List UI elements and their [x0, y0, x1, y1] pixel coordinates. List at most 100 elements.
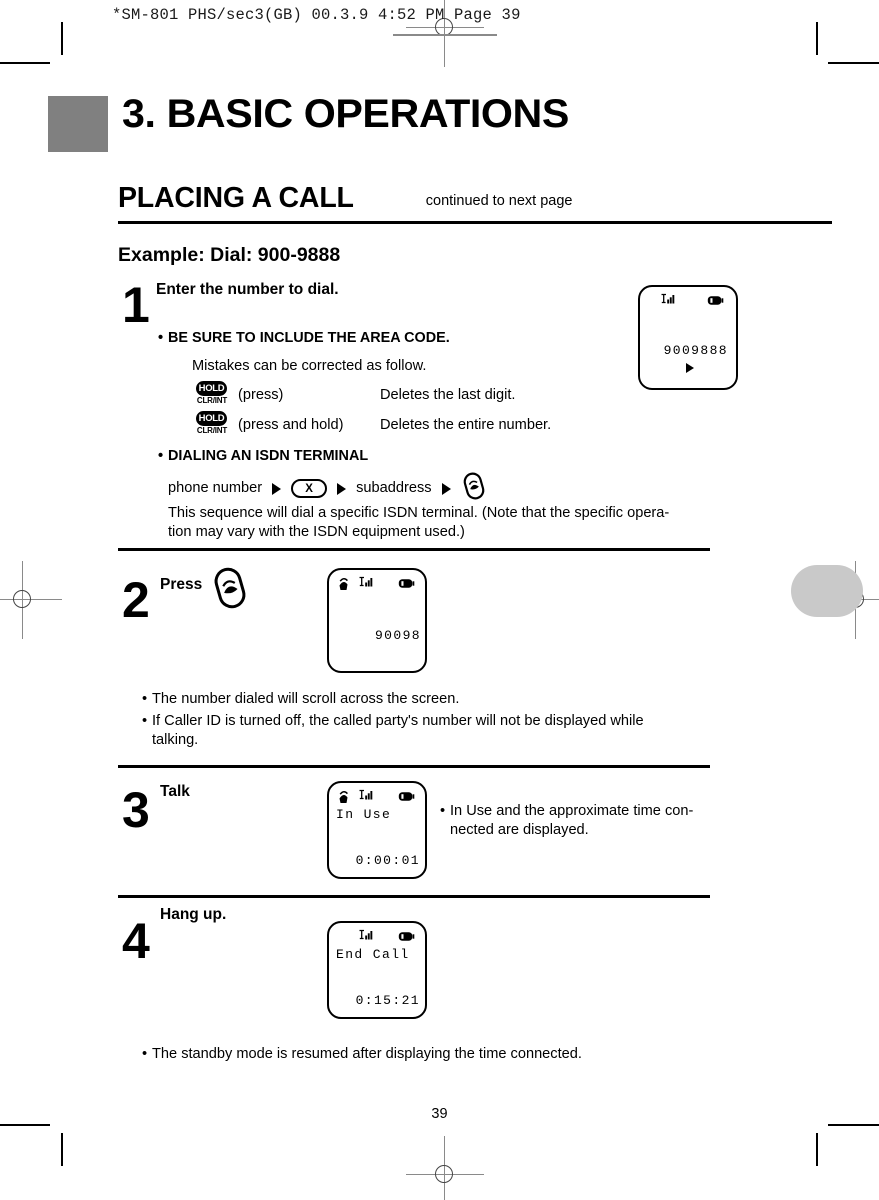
- step-title-1: Enter the number to dial.: [156, 281, 339, 298]
- display-dialed-number: 9009888: [663, 343, 728, 358]
- step-title-2: Press: [160, 576, 203, 593]
- example-heading: Example: Dial: 900-9888: [118, 244, 341, 266]
- phone-display-step-2: 90098: [327, 568, 427, 673]
- bullet-dot: •: [142, 691, 148, 707]
- continued-note: continued to next page: [425, 192, 573, 209]
- step2-bullet-1: • The number dialed will scroll across t…: [142, 690, 742, 709]
- talk-key-icon[interactable]: [211, 566, 249, 615]
- key-action-label: (press): [238, 386, 284, 403]
- step-number-2: 2: [122, 572, 150, 628]
- header-vertical-rule: [61, 22, 63, 55]
- side-note-wrapper: In Use and the approximate time con- nec…: [450, 802, 693, 840]
- registration-mark-left: [0, 561, 62, 639]
- section-heading-row: PLACING A CALL continued to next page: [118, 184, 832, 213]
- display-status-bar: [329, 576, 425, 592]
- isdn-heading-text: DIALING AN ISDN TERMINAL: [168, 448, 369, 464]
- isdn-seq-label-subaddress: subaddress: [356, 480, 432, 497]
- step2-bullet-2: • If Caller ID is turned off, the called…: [142, 712, 762, 750]
- display-status-bar: [329, 929, 425, 945]
- hold-clr-int-key-icon[interactable]: HOLD CLR/INT: [194, 411, 230, 439]
- signal-strength-icon: [660, 293, 676, 313]
- step-divider-rule-1: [118, 548, 710, 551]
- display-dialed-number: 90098: [374, 628, 421, 643]
- asterisk-x-key-icon[interactable]: X: [291, 479, 328, 498]
- isdn-seq-label-phone-number: phone number: [168, 480, 263, 497]
- battery-icon: [707, 294, 724, 312]
- display-status-bar: [640, 293, 736, 309]
- signal-strength-icon: [358, 929, 374, 949]
- chapter-title: 3. BASIC OPERATIONS: [122, 92, 569, 136]
- step3-side-note: • In Use and the approximate time con- n…: [440, 802, 740, 840]
- step-number-1: 1: [122, 277, 150, 333]
- bullet-dot: •: [142, 1046, 148, 1062]
- arrow-right-icon: [441, 482, 451, 495]
- step1-isdn-body-line-1: This sequence will dial a specific ISDN …: [168, 505, 670, 521]
- registration-mark-circle: [435, 1165, 453, 1183]
- key-result-label: Deletes the entire number.: [380, 416, 552, 433]
- step1-isdn-body-line-2: tion may vary with the ISDN equipment us…: [168, 524, 465, 540]
- display-status-text: In Use: [336, 807, 392, 822]
- clr-int-key-sub-label: CLR/INT: [196, 396, 228, 405]
- print-slug-line: *SM-801 PHS/sec3(GB) 00.3.9 4:52 PM Page…: [112, 6, 521, 24]
- clr-int-key-sub-label: CLR/INT: [196, 426, 228, 435]
- battery-icon: [398, 577, 415, 595]
- battery-icon: [398, 790, 415, 808]
- crop-mark-bottom-right-v: [816, 1133, 818, 1166]
- bullet-text: If Caller ID is turned off, the called p…: [152, 713, 644, 729]
- bullet-dot: •: [440, 803, 446, 819]
- display-status-bar: [329, 789, 425, 805]
- bullet-dot: •: [158, 448, 164, 464]
- step-title-4: Hang up.: [160, 906, 227, 923]
- handset-in-use-icon: [338, 577, 349, 596]
- step-divider-rule-2: [118, 765, 710, 768]
- page-title: PLACING A CALL: [118, 182, 354, 214]
- step-number-3: 3: [122, 782, 150, 838]
- crop-mark-top-right-v: [816, 22, 818, 55]
- bullet-text: The standby mode is resumed after displa…: [152, 1046, 582, 1062]
- step1-key-row-1: HOLD CLR/INT (press) Deletes the last di…: [194, 381, 515, 409]
- step-divider-rule-3: [118, 895, 710, 898]
- talk-key-icon[interactable]: [461, 471, 487, 506]
- step1-bullet-area-code: • BE SURE TO INCLUDE THE AREA CODE.: [158, 329, 678, 348]
- arrow-right-icon: [272, 482, 282, 495]
- side-note-line-1: In Use and the approximate time con-: [450, 803, 694, 819]
- phone-display-step-3: In Use 0:00:01: [327, 781, 427, 879]
- step1-mistakes-note: Mistakes can be corrected as follow.: [192, 358, 427, 374]
- bullet-text-line-2: talking.: [152, 731, 199, 748]
- crop-mark-top-left-h: [0, 62, 50, 64]
- registration-mark-circle: [13, 590, 31, 608]
- section-divider-rule: [118, 221, 832, 224]
- display-call-timer: 0:00:01: [355, 853, 420, 868]
- bullet-text-wrapper: If Caller ID is turned off, the called p…: [152, 712, 644, 750]
- step-number-4: 4: [122, 913, 150, 969]
- step1-key-row-2: HOLD CLR/INT (press and hold) Deletes th…: [194, 411, 551, 439]
- crop-mark-bottom-right-h: [828, 1124, 879, 1126]
- battery-icon: [398, 930, 415, 948]
- header-underline-rule: [393, 34, 497, 36]
- registration-mark-bottom: [406, 1136, 484, 1200]
- step1-isdn-sequence: phone number X subaddress: [168, 471, 487, 506]
- signal-strength-icon: [358, 576, 374, 596]
- step4-bullet-1: • The standby mode is resumed after disp…: [142, 1045, 762, 1064]
- hold-key-cap-label: HOLD: [196, 411, 227, 426]
- phone-display-step-4: End Call 0:15:21: [327, 921, 427, 1019]
- phone-display-step-1: 9009888: [638, 285, 738, 390]
- chapter-color-swatch: [48, 96, 108, 152]
- crop-mark-bottom-left-v: [61, 1133, 63, 1166]
- step-title-3: Talk: [160, 783, 190, 800]
- registration-mark-horizontal-line: [0, 599, 62, 600]
- step1-isdn-heading: • DIALING AN ISDN TERMINAL: [158, 447, 368, 466]
- key-result-label: Deletes the last digit.: [380, 386, 516, 403]
- bullet-dot: •: [158, 330, 164, 346]
- display-status-text: End Call: [336, 947, 410, 962]
- crop-mark-top-right-h: [828, 62, 879, 64]
- hold-key-cap-label: HOLD: [196, 381, 227, 396]
- side-note-line-2: nected are displayed.: [450, 821, 589, 838]
- bullet-text: BE SURE TO INCLUDE THE AREA CODE.: [168, 330, 450, 346]
- arrow-right-icon: [337, 482, 347, 495]
- manual-page: *SM-801 PHS/sec3(GB) 00.3.9 4:52 PM Page…: [0, 0, 879, 1200]
- key-action-label: (press and hold): [238, 416, 344, 433]
- bullet-text: The number dialed will scroll across the…: [152, 691, 460, 707]
- hold-clr-int-key-icon[interactable]: HOLD CLR/INT: [194, 381, 230, 409]
- scroll-arrow-icon: [686, 363, 694, 373]
